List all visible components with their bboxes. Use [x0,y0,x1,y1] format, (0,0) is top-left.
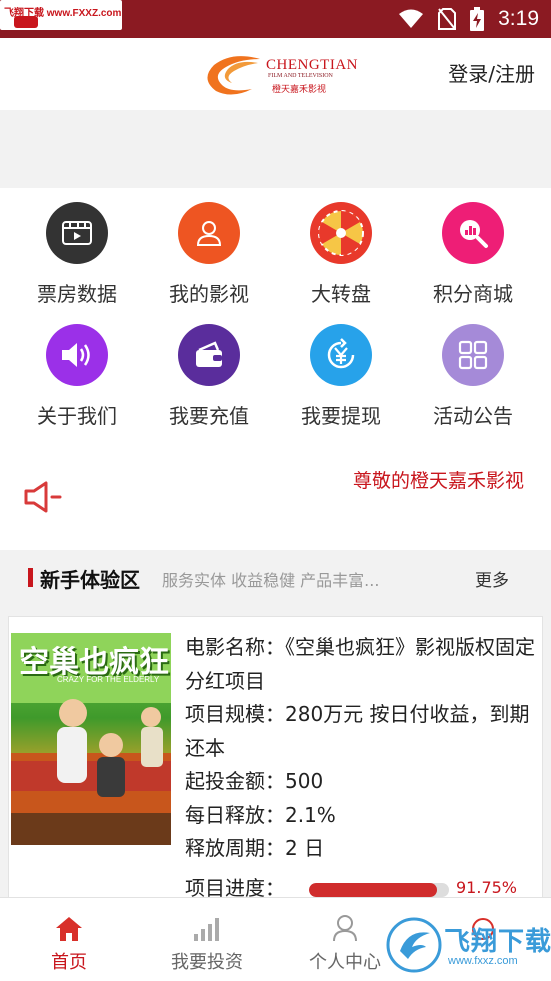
brand-name-cn: 橙天嘉禾影视 [272,85,327,95]
watermark-logo-icon [14,16,38,28]
watermark-url: www.fxxz.com [448,955,518,967]
status-bar: 飞翔下载 www.FXXZ.com 3:19 [0,0,551,38]
grid-item-label: 大转盘 [311,282,371,306]
progress-bar [309,883,449,897]
brand-name-en: CHENGTIAN [266,57,358,73]
project-card[interactable]: 空巢也疯狂 CRAZY FOR THE ELDERLY 电影名称：《空巢也疯狂》… [8,616,543,916]
search-chart-icon [442,202,504,264]
grid-item-label: 活动公告 [433,404,513,428]
brand-subtitle: FILM AND TELEVISION [268,73,333,79]
grid-item-label: 关于我们 [37,404,117,428]
speaker-icon [46,324,108,386]
feature-grid: 票房数据 我的影视 大转盘 积分商城 关于我们 我要充值 我要提现 活动公告 尊… [0,188,551,550]
grid-item-label: 票房数据 [37,282,117,306]
battery-charging-icon [470,7,485,31]
section-title: 新手体验区 [40,568,140,592]
grid-item-label: 我的影视 [169,282,249,306]
grid-item-recharge[interactable]: 我要充值 [143,324,275,429]
grid-item-box-office[interactable]: 票房数据 [11,202,143,307]
nav-label: 首页 [51,952,87,973]
brand-logo: CHENGTIAN FILM AND TELEVISION 橙天嘉禾影视 [202,53,358,97]
no-sim-icon [438,8,457,30]
user-icon [178,202,240,264]
watermark-overlay: 飞翔下载 www.fxxz.com [386,915,551,975]
app-header: CHENGTIAN FILM AND TELEVISION 橙天嘉禾影视 登录/… [0,38,551,110]
wheel-icon [310,202,372,264]
login-register-link[interactable]: 登录/注册 [448,58,535,87]
min-investment: 起投金额：500 [185,769,324,793]
grid-item-label: 我要充值 [169,404,249,428]
project-details: 电影名称：《空巢也疯狂》影视版权固定分红项目 项目规模：280万元 按日付收益，… [185,631,535,866]
app-screen: 飞翔下载 www.FXXZ.com 3:19 CHENGTIAN FILM AN… [0,0,551,981]
grid-item-points-mall[interactable]: 积分商城 [407,202,539,307]
nav-home[interactable]: 首页 [0,898,138,981]
section-subtitle: 服务实体 收益稳健 产品丰富... [162,571,380,590]
grid-item-my-films[interactable]: 我的影视 [143,202,275,307]
clock: 3:19 [498,7,539,30]
film-icon [46,202,108,264]
brand-swoosh-icon [207,56,260,95]
grid-icon [442,324,504,386]
daily-release: 每日释放：2.1% [185,802,336,827]
grid-item-announcements[interactable]: 活动公告 [407,324,539,429]
home-icon [0,898,138,942]
grid-item-label: 我要提现 [301,404,381,428]
project-name: 电影名称：《空巢也疯狂》影视版权固定分红项目 [185,635,535,693]
project-scale: 项目规模：280万元 按日付收益，到期还本 [185,702,530,760]
wifi-icon [399,9,424,28]
watermark-badge: 飞翔下载 www.FXXZ.com [0,0,122,30]
grid-item-label: 积分商城 [433,282,513,306]
notice-marquee[interactable]: 尊敬的橙天嘉禾影视 [353,466,529,493]
notice-speaker-icon [22,480,64,518]
watermark-name: 飞翔下载 [444,927,551,957]
grid-item-withdraw[interactable]: 我要提现 [275,324,407,429]
newbie-section-header: 新手体验区 服务实体 收益稳健 产品丰富... 更多 [0,556,551,600]
grid-item-wheel[interactable]: 大转盘 [275,202,407,307]
nav-invest[interactable]: 我要投资 [138,898,276,981]
nav-label: 我要投资 [171,952,243,973]
bar-chart-icon [138,898,276,942]
movie-poster: 空巢也疯狂 CRAZY FOR THE ELDERLY [11,633,171,845]
progress-fill [309,883,438,897]
grid-item-about-us[interactable]: 关于我们 [11,324,143,429]
release-cycle: 释放周期：2 日 [185,836,325,860]
more-link[interactable]: 更多 [475,566,509,591]
section-accent-bar [28,568,33,587]
poster-subtitle: CRAZY FOR THE ELDERLY [57,675,160,684]
wallet-icon [178,324,240,386]
banner-area[interactable] [0,110,551,188]
yen-icon [310,324,372,386]
watermark-logo-icon [386,917,442,973]
status-icons: 3:19 [398,0,539,38]
